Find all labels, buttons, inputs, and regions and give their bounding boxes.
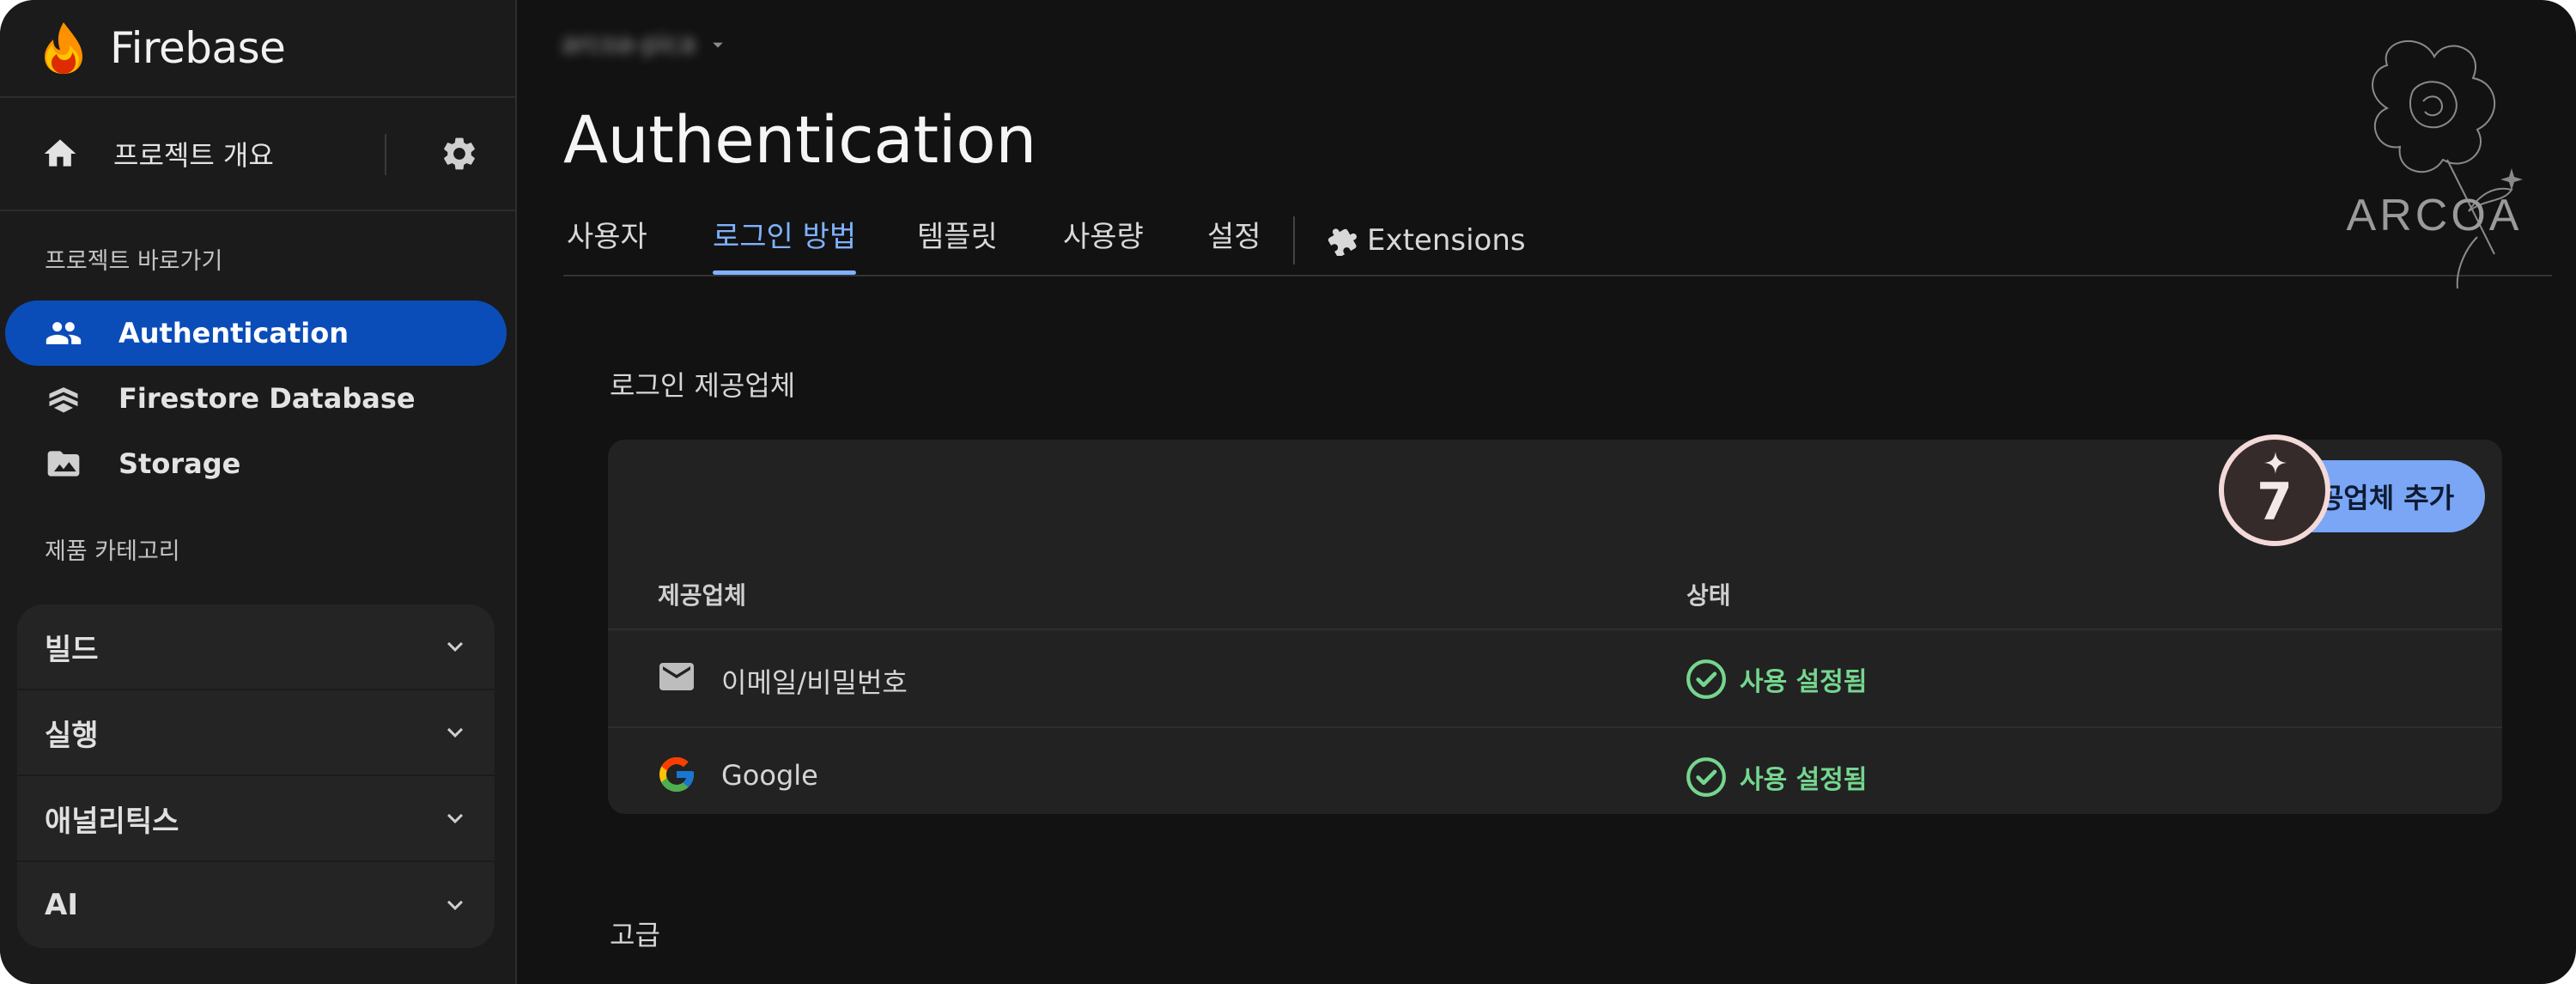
tab-usage[interactable]: 사용량 (1063, 215, 1144, 266)
category-groups: 빌드 실행 애널리틱스 AI (17, 604, 495, 948)
brand-name: Firebase (110, 23, 286, 73)
table-header: 제공업체 상태 (608, 560, 2502, 630)
column-header-status: 상태 (1686, 581, 1731, 610)
gear-icon[interactable] (440, 134, 479, 173)
tab-sign-in-method[interactable]: 로그인 방법 (713, 215, 857, 275)
page-title: Authentication (563, 101, 1036, 178)
divider (385, 134, 386, 175)
provider-name: 이메일/비밀번호 (721, 666, 908, 699)
chevron-down-icon (447, 641, 463, 652)
sidebar-item-storage[interactable]: Storage (5, 431, 507, 496)
category-ai[interactable]: AI (17, 862, 495, 948)
providers-card: 새 제공업체 추가 7 제공업체 상태 이메일/비밀번호 사용 설정됨 Goog… (608, 434, 2502, 814)
category-label: 실행 (45, 718, 99, 753)
shortcuts-heading: 프로젝트 바로가기 (45, 248, 223, 275)
sidebar: Firebase 프로젝트 개요 프로젝트 바로가기 Authenticatio… (0, 0, 517, 984)
mail-icon (659, 663, 694, 690)
categories-heading: 제품 카테고리 (45, 538, 180, 565)
provider-name: Google (721, 759, 818, 792)
firebase-logo-icon (45, 22, 82, 74)
table-row[interactable]: Google 사용 설정됨 (608, 728, 2502, 824)
sidebar-item-authentication[interactable]: Authentication (5, 301, 507, 366)
check-circle-icon (1686, 659, 1726, 699)
status-cell: 사용 설정됨 (1685, 756, 1867, 799)
google-icon (659, 757, 694, 792)
tab-users[interactable]: 사용자 (567, 215, 647, 266)
people-icon (46, 322, 82, 344)
status-label: 사용 설정됨 (1740, 667, 1868, 697)
category-analytics[interactable]: 애널리틱스 (17, 776, 495, 862)
table-row[interactable]: 이메일/비밀번호 사용 설정됨 (608, 630, 2502, 728)
category-label: 빌드 (45, 632, 99, 667)
sidebar-item-firestore[interactable]: Firestore Database (5, 366, 507, 431)
chevron-down-icon (447, 813, 463, 823)
advanced-heading: 고급 (610, 919, 660, 951)
chevron-down-icon (447, 900, 463, 910)
tab-templates[interactable]: 템플릿 (917, 215, 998, 266)
step-number: 7 (2257, 472, 2293, 532)
status-label: 사용 설정됨 (1740, 765, 1868, 795)
sparkle-icon (2264, 452, 2287, 474)
home-icon[interactable] (41, 135, 79, 173)
chevron-down-icon (447, 727, 463, 738)
providers-heading: 로그인 제공업체 (610, 369, 796, 402)
sidebar-item-label: Firestore Database (118, 382, 416, 415)
category-label: AI (45, 888, 78, 922)
status-cell: 사용 설정됨 (1685, 658, 1867, 701)
watermark-text: ARCOA (2347, 191, 2523, 240)
step-badge: 7 (2219, 434, 2330, 546)
project-overview-link[interactable]: 프로젝트 개요 (113, 134, 274, 173)
category-run[interactable]: 실행 (17, 690, 495, 776)
category-label: 애널리틱스 (45, 804, 179, 839)
tab-bar: 사용자 로그인 방법 템플릿 사용량 설정 Extensions (563, 206, 2552, 276)
puzzle-icon (1327, 228, 1357, 256)
divider (1293, 216, 1295, 264)
tab-settings[interactable]: 설정 (1207, 215, 1261, 266)
divider (0, 210, 515, 211)
firestore-icon (49, 387, 78, 413)
column-header-provider: 제공업체 (658, 581, 747, 610)
tab-label: Extensions (1367, 223, 1526, 258)
brand[interactable]: Firebase (41, 17, 286, 79)
sidebar-item-label: Authentication (118, 317, 349, 349)
arcoa-watermark-logo: ARCOA (2347, 40, 2523, 289)
storage-icon (47, 451, 80, 477)
tab-extensions[interactable]: Extensions (1327, 215, 1526, 266)
project-name: arcoa-pica (562, 29, 696, 59)
project-overview: 프로젝트 개요 (41, 127, 479, 180)
caret-down-icon (713, 42, 724, 47)
check-circle-icon (1686, 757, 1726, 797)
divider (0, 96, 515, 98)
main-content: arcoa-pica Authentication 사용자 로그인 방법 템플릿… (517, 0, 2576, 984)
project-selector[interactable]: arcoa-pica (562, 29, 730, 59)
sidebar-item-label: Storage (118, 447, 241, 480)
category-build[interactable]: 빌드 (17, 604, 495, 690)
app-window: Firebase 프로젝트 개요 프로젝트 바로가기 Authenticatio… (0, 0, 2576, 984)
